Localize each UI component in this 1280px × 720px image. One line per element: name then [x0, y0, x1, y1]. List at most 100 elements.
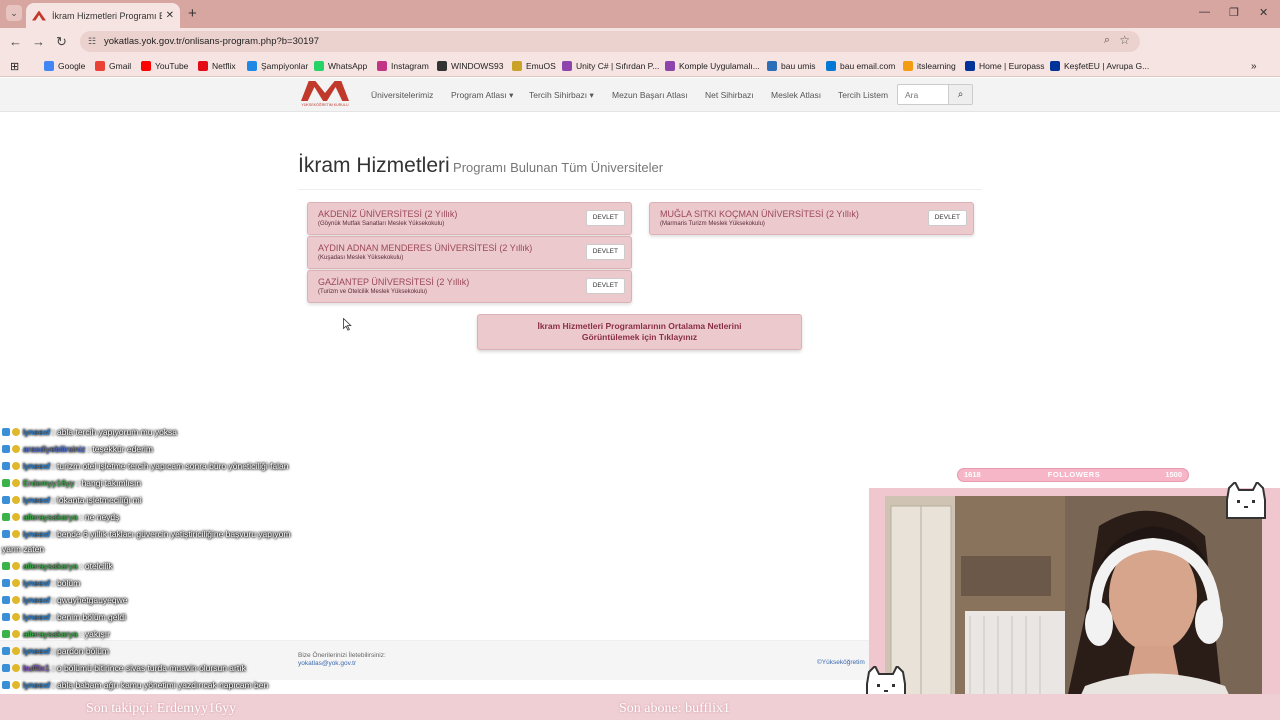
chat-message: yarın zaten [2, 544, 44, 555]
site-info-icon[interactable]: ☷ [88, 36, 96, 47]
bookmark-star-icon[interactable]: ☆ [1119, 33, 1130, 47]
chat-text: : bölüm [49, 578, 81, 588]
chat-badge-icon [12, 479, 20, 487]
chat-badge-icon [2, 664, 10, 672]
nav-program-atlasi[interactable]: Program Atlası ▾ [451, 90, 513, 101]
chat-username: alleraysakarya [23, 512, 78, 522]
new-tab-button[interactable]: + [188, 5, 197, 22]
faculty-name: (Turizm ve Otelcilik Meslek Yüksekokulu) [318, 289, 428, 295]
bookmark-item[interactable]: Google [44, 58, 85, 74]
chat-message: alleraysakarya : ne neydş [2, 512, 119, 523]
zoom-icon[interactable]: ⌕ [1104, 34, 1110, 47]
bookmark-label: Instagram [391, 61, 429, 71]
type-badge: DEVLET [585, 278, 625, 294]
bookmark-item[interactable]: Gmail [95, 58, 131, 74]
chat-badge-icon [12, 462, 20, 470]
bookmark-item[interactable]: Home | Europass [965, 58, 1045, 74]
tab-title: İkram Hizmetleri Programı Bulu [52, 10, 162, 21]
chat-username: lyneexf [23, 461, 50, 471]
chat-badge-icon [2, 613, 10, 621]
yok-logo-text: YÜKSEKÖĞRETİM KURULU [301, 103, 349, 107]
bookmark-item[interactable]: Instagram [377, 58, 429, 74]
bookmark-favicon-icon [665, 61, 675, 71]
reload-icon[interactable]: ↻ [56, 34, 67, 50]
chat-username: lyneexf [23, 529, 50, 539]
browser-tab-active[interactable]: İkram Hizmetleri Programı Bulu ✕ [26, 3, 180, 28]
chat-username: alleraysakarya [23, 629, 78, 639]
chat-badge-icon [2, 496, 10, 504]
site-navbar: YÜKSEKÖĞRETİM KURULU Üniversitelerimiz P… [0, 78, 1280, 112]
bookmark-favicon-icon [1050, 61, 1060, 71]
bookmark-item[interactable]: Komple Uygulamalı... [665, 58, 760, 74]
bookmark-label: KeşfetEU | Avrupa G... [1064, 61, 1150, 71]
nav-mezun-basari-atlasi[interactable]: Mezun Başarı Atlası [612, 90, 688, 100]
chat-badge-icon [12, 513, 20, 521]
bookmark-item[interactable]: EmuOS [512, 58, 556, 74]
followers-label: FOLLOWERS [1047, 470, 1101, 479]
nav-tercih-listem[interactable]: Tercih Listem [838, 90, 888, 100]
chat-message: lyneexf : abla tercih yapıyorum mu yoksa [2, 427, 177, 438]
minimize-icon[interactable]: — [1199, 6, 1210, 18]
chat-badge-icon [12, 630, 20, 638]
yok-logo[interactable]: YÜKSEKÖĞRETİM KURULU [297, 81, 353, 111]
bookmark-item[interactable]: WINDOWS93 [437, 58, 503, 74]
university-card[interactable]: AKDENİZ ÜNİVERSİTESİ (2 Yıllık) (Göynük … [307, 202, 632, 235]
chat-message: lyneexf : qwuyhetgauyeqwe [2, 595, 127, 606]
bookmark-favicon-icon [198, 61, 208, 71]
chat-badge-icon [2, 462, 10, 470]
university-card[interactable]: GAZİANTEP ÜNİVERSİTESİ (2 Yıllık) (Turiz… [307, 270, 632, 303]
average-nets-button[interactable]: İkram Hizmetleri Programlarının Ortalama… [477, 314, 802, 350]
webcam-scene [885, 496, 1262, 708]
chat-badge-icon [12, 647, 20, 655]
bookmark-label: bau umis [781, 61, 816, 71]
restore-icon[interactable]: ❐ [1229, 6, 1239, 19]
faculty-name: (Marmaris Turizm Meslek Yüksekokulu) [660, 221, 765, 227]
chat-message: Erdemyy16yy : hangi takımlısın [2, 478, 141, 489]
last-follower-text: Son takipçi: Erdemyy16yy [86, 701, 237, 716]
bookmark-item[interactable]: WhatsApp [314, 58, 367, 74]
tab-search-dropdown[interactable]: ⌄ [6, 5, 22, 21]
address-bar[interactable]: ☷ yokatlas.yok.gov.tr/onlisans-program.p… [80, 31, 1140, 52]
close-tab-icon[interactable]: ✕ [166, 10, 174, 21]
forward-icon[interactable]: → [32, 34, 45, 49]
yok-logo-mark-icon [301, 81, 349, 101]
bookmark-item[interactable]: Netflix [198, 58, 236, 74]
bookmark-item[interactable]: Şampiyonlar [247, 58, 308, 74]
program-name: İkram Hizmetleri [298, 154, 450, 177]
search-input[interactable] [898, 85, 950, 104]
chat-message: lyneexf : turizm otel işletme tercih yap… [2, 461, 289, 472]
chat-username: lyneexf [23, 595, 50, 605]
footer-copyright: ©Yükseköğretim [817, 659, 865, 666]
chat-text: : benim bölüm geldi [49, 612, 127, 622]
bookmark-label: bau email.com [840, 61, 896, 71]
bookmark-item[interactable]: YouTube [141, 58, 188, 74]
chat-username: lyneexf [23, 427, 50, 437]
chat-text: : abla tercih yapıyorum mu yoksa [49, 427, 178, 437]
nav-universitelerimiz[interactable]: Üniversitelerimiz [371, 90, 433, 100]
bookmark-item[interactable]: KeşfetEU | Avrupa G... [1050, 58, 1149, 74]
chat-text: : lokanta işletmeciliği mi [49, 495, 142, 505]
university-card[interactable]: AYDIN ADNAN MENDERES ÜNİVERSİTESİ (2 Yıl… [307, 236, 632, 269]
type-badge: DEVLET [927, 210, 967, 226]
bookmarks-bar: ⊞ Google Gmail YouTube Netflix Şampiyonlar Wh… [0, 55, 1280, 77]
url-text: yokatlas.yok.gov.tr/onlisans-program.php… [104, 36, 320, 47]
nav-meslek-atlasi[interactable]: Meslek Atlası [771, 90, 821, 100]
bookmark-item[interactable]: bau email.com [826, 58, 895, 74]
more-bookmarks-icon[interactable]: » [1251, 58, 1257, 74]
back-icon[interactable]: ← [9, 34, 22, 49]
close-window-icon[interactable]: ✕ [1259, 6, 1268, 19]
university-card[interactable]: MUĞLA SITKI KOÇMAN ÜNİVERSİTESİ (2 Yıllı… [649, 202, 974, 235]
bookmark-item[interactable]: itslearning [903, 58, 956, 74]
nav-tercih-sihirbazi[interactable]: Tercih Sihirbazı ▾ [529, 90, 594, 101]
chat-badge-icon [12, 579, 20, 587]
bookmark-item[interactable]: Unity C# | Sıfırdan P... [562, 58, 659, 74]
chat-username: lyneexf [23, 680, 50, 690]
university-name: GAZİANTEP ÜNİVERSİTESİ (2 Yıllık) [318, 277, 470, 287]
bookmark-label: Google [58, 61, 86, 71]
search-icon[interactable]: ⌕ [948, 85, 972, 104]
university-name: AYDIN ADNAN MENDERES ÜNİVERSİTESİ (2 Yıl… [318, 243, 533, 253]
nav-net-sihirbazi[interactable]: Net Sihirbazı [705, 90, 754, 100]
chat-message: arasdiyebilirsiniz : teşekkür ederim [2, 444, 153, 455]
apps-grid-icon[interactable]: ⊞ [10, 58, 19, 74]
bookmark-item[interactable]: bau umis [767, 58, 816, 74]
